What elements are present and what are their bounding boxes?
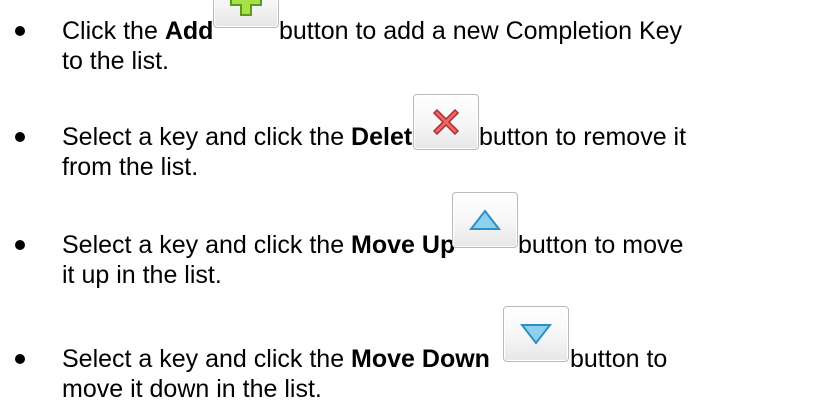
list-item-move-down: Select a key and click the Move Down but… xyxy=(0,0,833,403)
item-line-1-after: button to remove it xyxy=(479,122,686,152)
move-up-icon xyxy=(468,209,502,230)
item-line-1: Select a key and click the Move Down xyxy=(62,344,490,374)
item-line-2: move it down in the list. xyxy=(62,374,322,404)
item-text-before: Select a key and click the xyxy=(62,123,352,151)
item-text-line2: move it down in the list. xyxy=(62,375,322,403)
item-line-2: from the list. xyxy=(62,152,198,182)
item-bold-label: Move Down xyxy=(351,345,490,373)
bullet xyxy=(15,132,25,142)
item-text-before: Select a key and click the xyxy=(62,345,352,373)
item-line-1: Select a key and click the Delete xyxy=(62,122,426,152)
item-text-after: button to remove it xyxy=(479,123,687,151)
item-line-2: it up in the list. xyxy=(62,260,222,290)
item-line-1-after: button to move xyxy=(518,230,683,260)
move-down-button-image xyxy=(503,306,569,362)
delete-button-image xyxy=(413,94,479,150)
item-text-after: button to move xyxy=(518,231,684,259)
delete-icon xyxy=(432,108,460,136)
item-text-line2: from the list. xyxy=(62,153,199,181)
item-line-1: Select a key and click the Move Up xyxy=(62,230,455,260)
item-text-after: button to xyxy=(570,345,668,373)
item-text-line2: it up in the list. xyxy=(62,261,222,289)
bullet xyxy=(15,240,25,250)
item-line-1-after: button to xyxy=(570,344,667,374)
move-up-button-image xyxy=(452,192,518,248)
item-text-before: Select a key and click the xyxy=(62,231,352,259)
item-bold-label: Move Up xyxy=(351,231,456,259)
bullet xyxy=(15,354,25,364)
move-down-icon xyxy=(519,324,553,345)
